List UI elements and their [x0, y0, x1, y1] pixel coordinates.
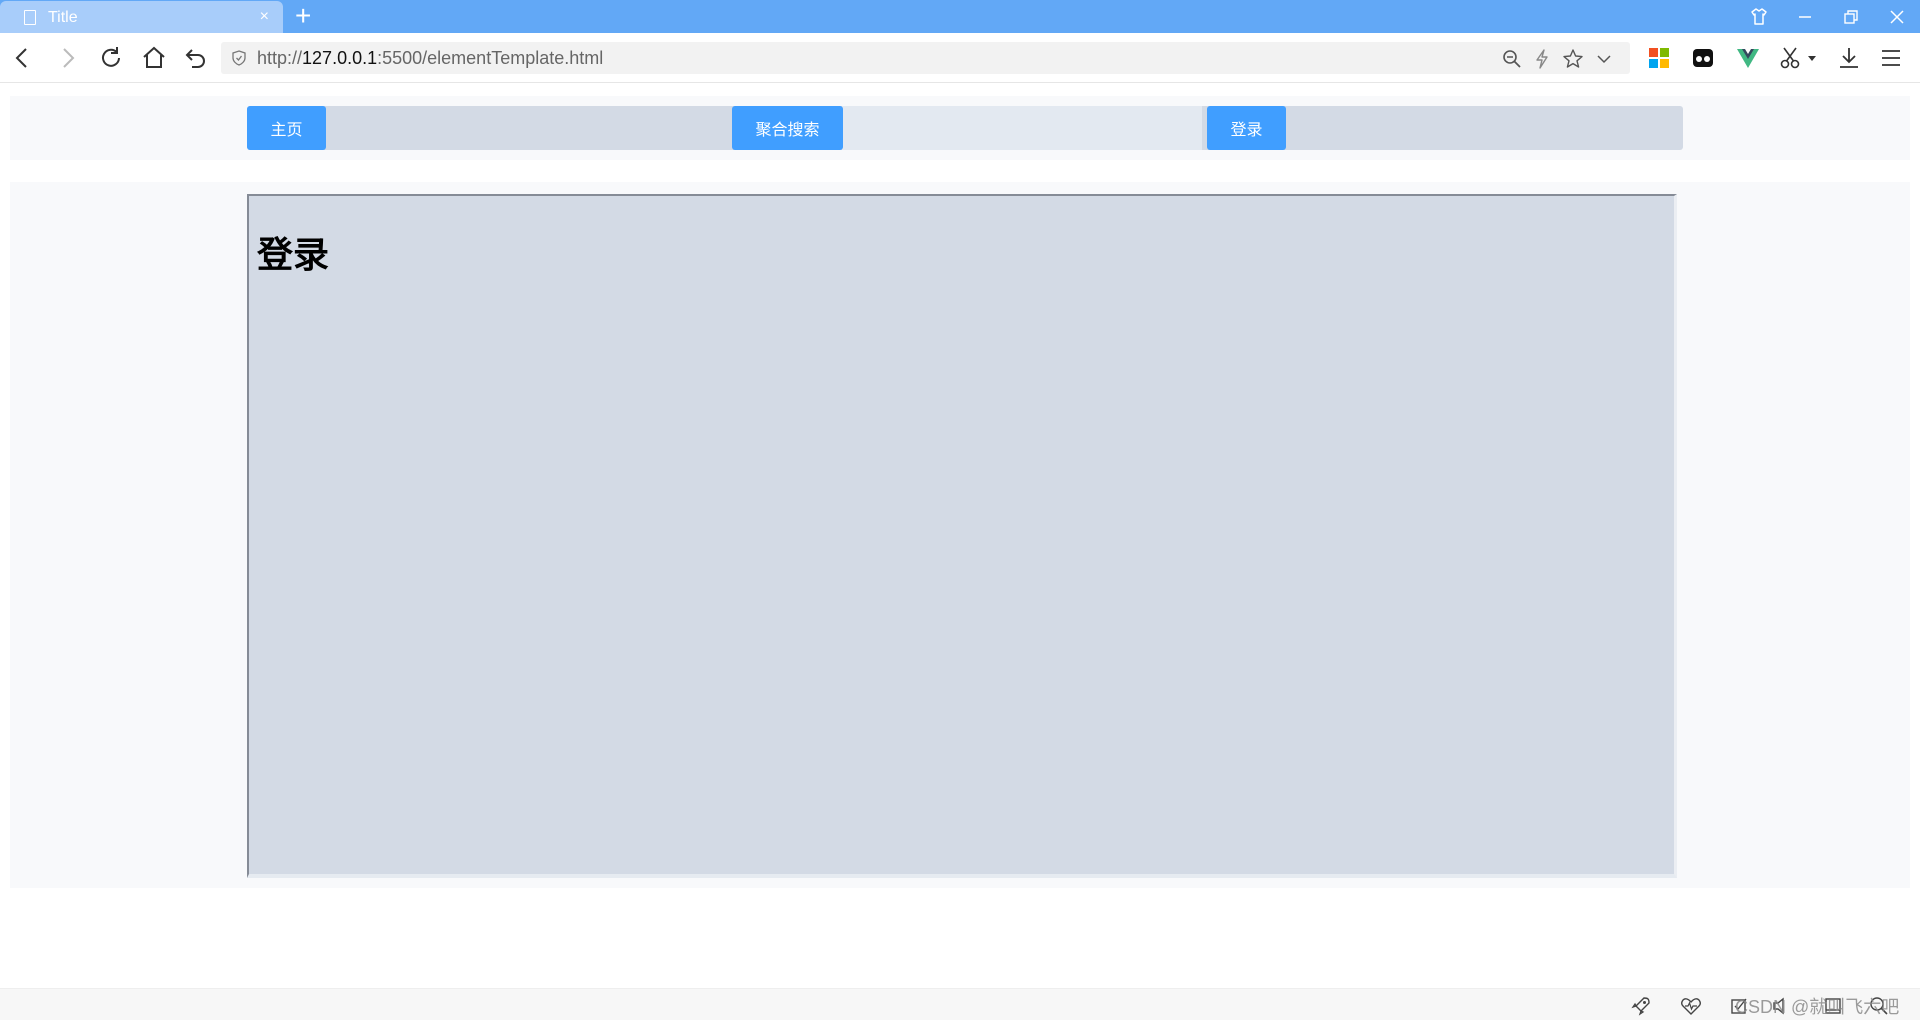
- page-heading: 登录: [257, 234, 330, 275]
- reload-icon[interactable]: [96, 43, 126, 73]
- document-icon: [24, 10, 36, 25]
- menu-icon[interactable]: [1876, 43, 1906, 73]
- page-content: 主页 聚合搜索 登录 登录: [0, 84, 1920, 987]
- home-icon[interactable]: [139, 43, 169, 73]
- tab-title: Title: [48, 9, 78, 26]
- shield-icon: [232, 50, 246, 66]
- browser-title-bar: Title × +: [0, 0, 1920, 33]
- apps-grid-icon[interactable]: [1644, 43, 1674, 73]
- url-text: http://127.0.0.1:5500/elementTemplate.ht…: [257, 48, 603, 69]
- star-icon[interactable]: [1562, 48, 1584, 70]
- browser-tab[interactable]: Title ×: [0, 1, 283, 33]
- main-container: 登录: [10, 182, 1910, 888]
- top-menu-container: 主页 聚合搜索 登录: [10, 96, 1910, 160]
- menu-item-home[interactable]: 主页: [247, 106, 326, 150]
- skin-icon[interactable]: [1736, 0, 1782, 33]
- menu-item-login[interactable]: 登录: [1207, 106, 1286, 150]
- url-scheme: http://: [257, 48, 303, 68]
- watermark-text: CSDN @就叫飞六吧: [1735, 997, 1900, 1017]
- back-icon[interactable]: [8, 43, 38, 73]
- restore-icon[interactable]: [1828, 0, 1874, 33]
- menu-item-search[interactable]: 聚合搜索: [732, 106, 843, 150]
- caret-down-icon[interactable]: [1805, 43, 1819, 73]
- tab-close-icon[interactable]: ×: [260, 8, 269, 26]
- extension-icon[interactable]: [1688, 43, 1718, 73]
- menu-hover-highlight: [842, 106, 1202, 150]
- address-bar[interactable]: http://127.0.0.1:5500/elementTemplate.ht…: [221, 42, 1630, 74]
- new-tab-button[interactable]: +: [295, 1, 311, 31]
- close-window-icon[interactable]: [1874, 0, 1920, 33]
- top-menu: 主页 聚合搜索 登录: [247, 106, 1683, 150]
- vue-devtools-icon[interactable]: [1733, 43, 1763, 73]
- url-host: 127.0.0.1: [302, 48, 378, 68]
- chevron-down-icon[interactable]: [1593, 48, 1615, 70]
- browser-nav-bar: http://127.0.0.1:5500/elementTemplate.ht…: [0, 33, 1920, 83]
- scissors-icon[interactable]: [1776, 43, 1806, 73]
- zoom-icon[interactable]: [1501, 48, 1523, 70]
- lightning-icon[interactable]: [1531, 48, 1553, 70]
- download-icon[interactable]: [1834, 43, 1864, 73]
- heart-rate-icon[interactable]: [1680, 995, 1702, 1017]
- undo-icon[interactable]: [181, 43, 211, 73]
- rocket-icon[interactable]: [1630, 995, 1652, 1017]
- browser-status-bar: CSDN @就叫飞六吧: [0, 988, 1920, 1020]
- forward-icon[interactable]: [52, 43, 82, 73]
- url-path: :5500/elementTemplate.html: [377, 48, 604, 68]
- minimize-icon[interactable]: [1782, 0, 1828, 33]
- content-frame: 登录: [247, 194, 1677, 878]
